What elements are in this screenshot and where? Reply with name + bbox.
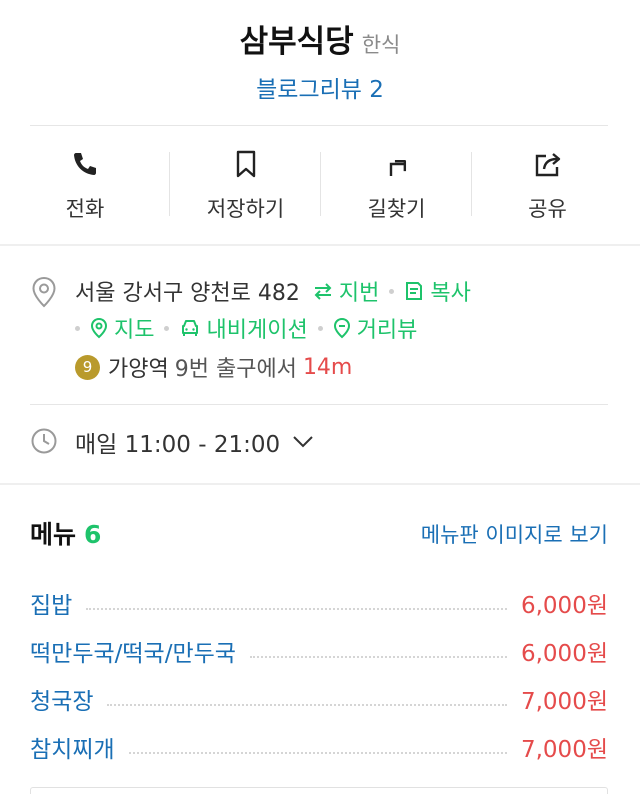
menu-section: 메뉴 6 메뉴판 이미지로 보기 집밥 6,000원 떡만두국/떡국/만두국 6,… bbox=[0, 485, 640, 794]
map-label: 지도 bbox=[114, 318, 155, 343]
navigation-label: 내비게이션 bbox=[206, 318, 308, 343]
blog-review-link[interactable]: 블로그리뷰 2 bbox=[0, 70, 640, 104]
copy-label: 복사 bbox=[430, 281, 471, 306]
menu-item[interactable]: 떡만두국/떡국/만두국 6,000원 bbox=[30, 627, 608, 675]
menu-item-name: 참치찌개 bbox=[30, 737, 115, 763]
menu-item-price: 6,000원 bbox=[520, 593, 608, 619]
menu-item[interactable]: 참치찌개 7,000원 bbox=[30, 723, 608, 771]
dot-separator bbox=[75, 325, 80, 331]
place-header: 삼부식당 한식 블로그리뷰 2 bbox=[0, 0, 640, 126]
dotted-leader bbox=[86, 608, 507, 610]
subway-exit: 9번 출구에서 bbox=[174, 357, 297, 382]
dot-separator bbox=[164, 325, 170, 331]
share-button[interactable]: 공유 bbox=[472, 126, 623, 244]
menu-item[interactable]: 집밥 6,000원 bbox=[30, 579, 608, 627]
jibun-label: 지번 bbox=[338, 281, 380, 306]
subway-row: 9 가양역 9번 출구에서 14m bbox=[75, 352, 352, 382]
menu-item-name: 청국장 bbox=[30, 689, 94, 715]
menu-item-name: 집밥 bbox=[30, 593, 73, 619]
dot-separator bbox=[317, 325, 323, 331]
street-view-icon bbox=[333, 317, 350, 339]
street-view-label: 거리뷰 bbox=[356, 318, 418, 343]
call-button[interactable]: 전화 bbox=[0, 126, 170, 244]
dotted-leader bbox=[107, 704, 507, 706]
menu-item[interactable]: 청국장 7,000원 bbox=[30, 675, 608, 723]
menu-item-price: 7,000원 bbox=[520, 689, 608, 715]
dot-separator bbox=[389, 288, 395, 294]
hours-row: 매일 11:00 - 21:00 bbox=[75, 425, 314, 459]
share-icon bbox=[535, 153, 560, 177]
title-row: 삼부식당 한식 bbox=[0, 16, 640, 61]
share-label: 공유 bbox=[528, 197, 567, 221]
save-button[interactable]: 저장하기 bbox=[170, 126, 321, 244]
directions-icon bbox=[389, 159, 406, 176]
menu-heading: 메뉴 6 bbox=[30, 515, 101, 551]
directions-button[interactable]: 길찾기 bbox=[321, 126, 472, 244]
copy-button[interactable]: 복사 bbox=[404, 275, 471, 307]
menu-item-price: 6,000원 bbox=[520, 641, 608, 667]
menu-item-name: 떡만두국/떡국/만두국 bbox=[30, 641, 236, 667]
swap-icon bbox=[314, 283, 332, 300]
place-category: 한식 bbox=[361, 33, 401, 57]
business-hours[interactable]: 매일 11:00 - 21:00 bbox=[0, 405, 640, 483]
location-pin-icon bbox=[32, 276, 56, 308]
menu-item-price: 7,000원 bbox=[520, 737, 608, 763]
subway-station: 가양역 bbox=[108, 357, 169, 382]
dotted-leader bbox=[249, 656, 507, 658]
action-bar: 전화 저장하기 길찾기 공유 bbox=[0, 126, 640, 244]
clock-icon bbox=[31, 428, 57, 454]
call-label: 전화 bbox=[65, 197, 105, 221]
chevron-down-icon[interactable] bbox=[292, 435, 314, 449]
jibun-button[interactable]: 지번 bbox=[312, 275, 379, 307]
menu-title: 메뉴 bbox=[30, 520, 77, 549]
address-text: 서울 강서구 양천로 482 bbox=[75, 281, 300, 306]
menu-count: 6 bbox=[84, 520, 102, 549]
subway-line-badge: 9 bbox=[75, 354, 100, 380]
phone-icon bbox=[74, 153, 96, 175]
hours-text: 매일 11:00 - 21:00 bbox=[75, 432, 281, 458]
map-pin-icon bbox=[90, 317, 108, 339]
menu-board-link[interactable]: 메뉴판 이미지로 보기 bbox=[421, 519, 608, 549]
directions-label: 길찾기 bbox=[367, 197, 426, 221]
car-icon bbox=[182, 320, 199, 336]
location-tools-row: 지도 내비게이션 거리뷰 bbox=[75, 313, 417, 343]
place-title: 삼부식당 bbox=[239, 24, 354, 60]
save-label: 저장하기 bbox=[206, 197, 285, 221]
copy-icon bbox=[406, 282, 423, 300]
address-row: 서울 강서구 양천로 482 지번 복사 bbox=[75, 276, 471, 306]
location-section: 서울 강서구 양천로 482 지번 복사 지도 내비게이션 거리뷰 9 가양역 … bbox=[0, 246, 640, 406]
bookmark-icon bbox=[236, 150, 255, 178]
navigation-button[interactable]: 내비게이션 bbox=[179, 312, 308, 344]
subway-distance: 14m bbox=[302, 354, 353, 380]
dotted-leader bbox=[128, 752, 507, 754]
map-button[interactable]: 지도 bbox=[90, 312, 154, 344]
more-box bbox=[30, 787, 608, 794]
menu-list: 집밥 6,000원 떡만두국/떡국/만두국 6,000원 청국장 7,000원 … bbox=[30, 579, 608, 771]
street-view-button[interactable]: 거리뷰 bbox=[333, 312, 418, 344]
